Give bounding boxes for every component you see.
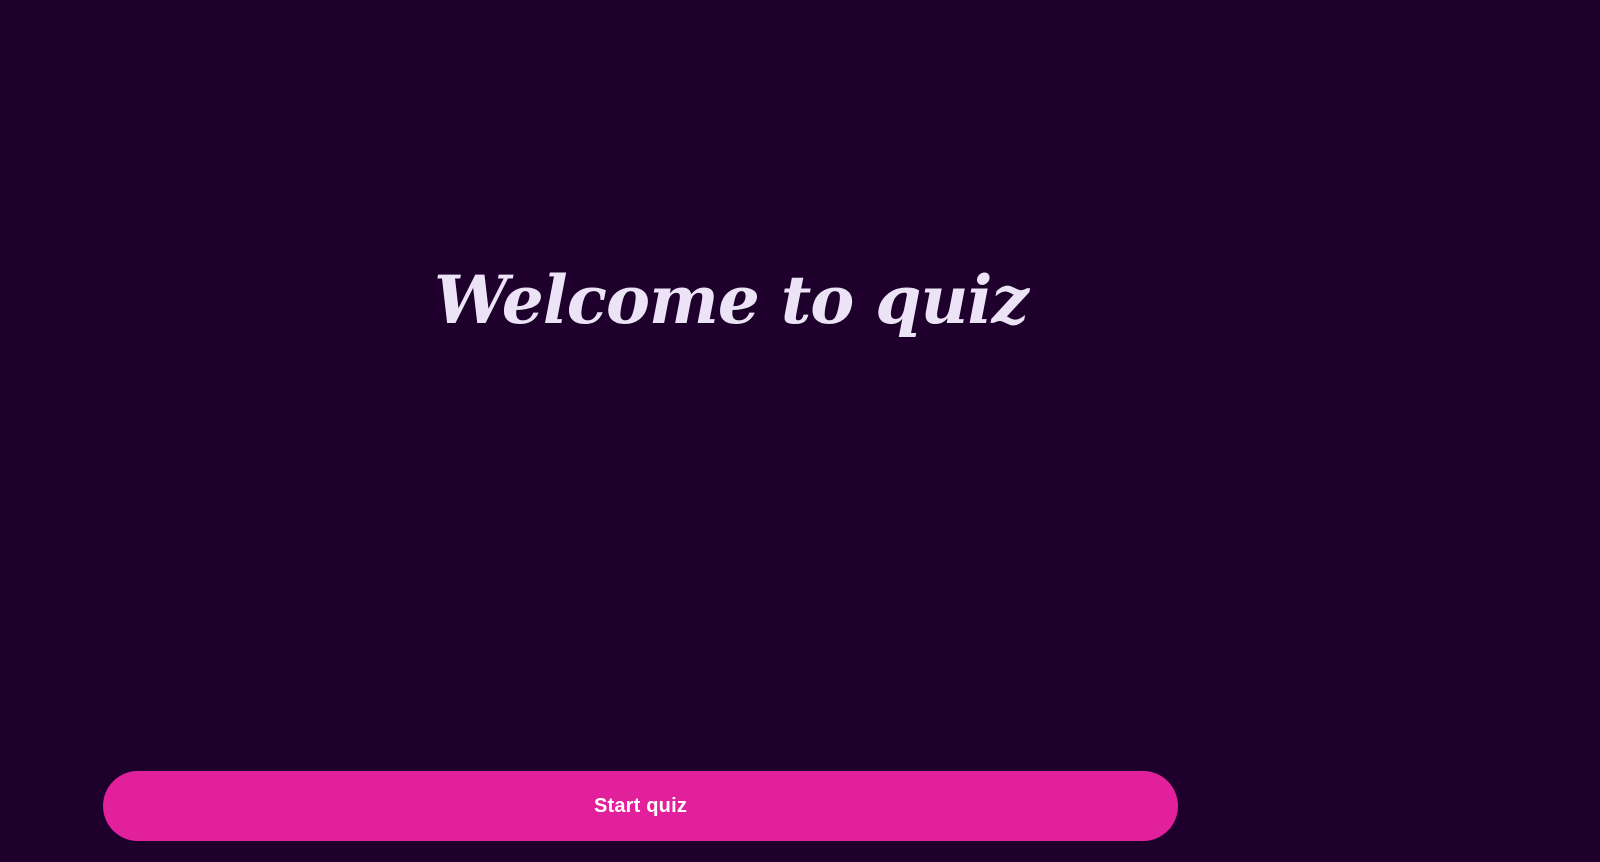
start-quiz-button[interactable]: Start quiz: [103, 771, 1178, 841]
start-quiz-label: Start quiz: [593, 794, 688, 817]
quiz-welcome-page: Welcome to quiz Start quiz: [0, 0, 1600, 862]
welcome-title: Welcome to quiz: [434, 261, 1029, 339]
